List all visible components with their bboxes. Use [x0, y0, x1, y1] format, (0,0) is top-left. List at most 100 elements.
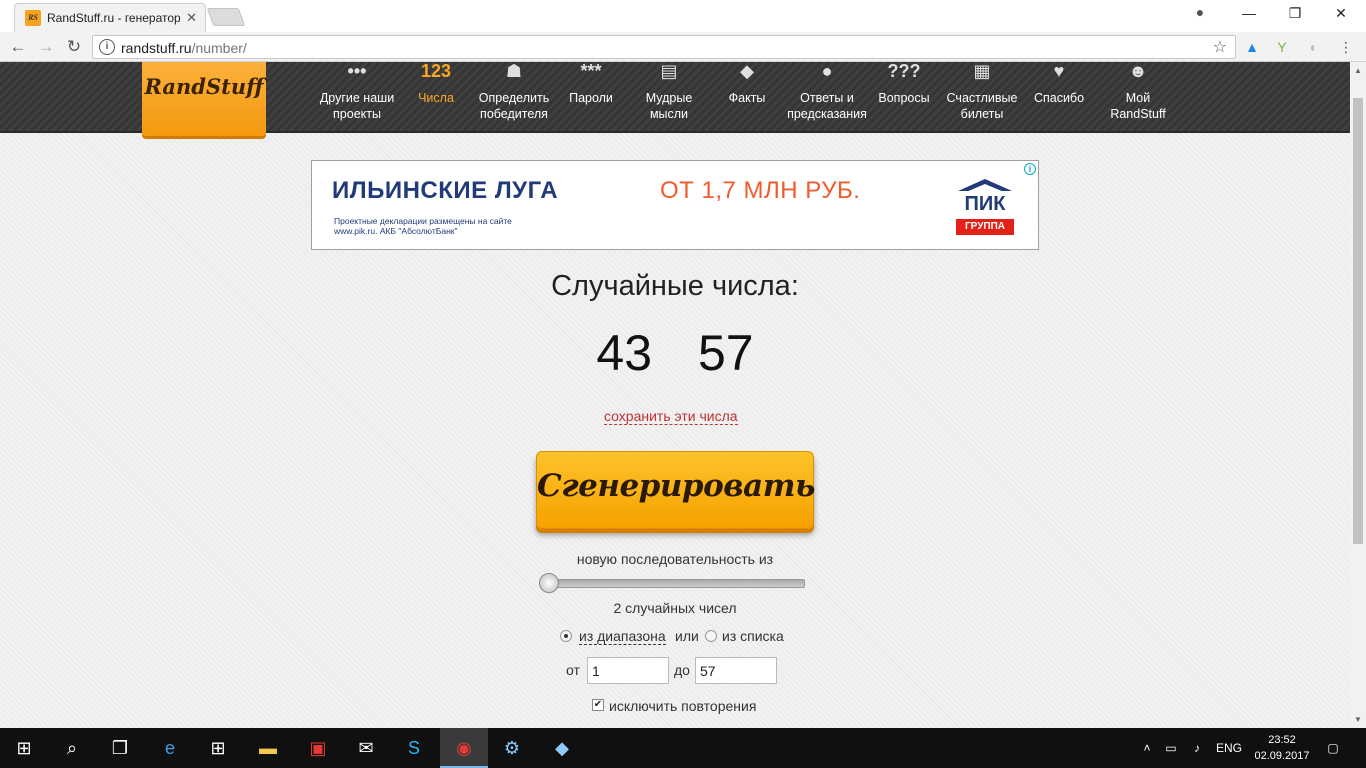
scrollbar-thumb[interactable]	[1353, 98, 1363, 544]
exclamation-icon: ◆	[740, 62, 754, 81]
nav-item-numbers[interactable]: 123 Числа	[410, 62, 462, 133]
browser-tabstrip: RS RandStuff.ru - генератор ✕ ● — ❐ ✕	[0, 0, 1366, 32]
to-input[interactable]	[695, 657, 777, 684]
maximize-button[interactable]: ❐	[1272, 0, 1318, 28]
store-icon[interactable]: ⊞	[194, 728, 242, 768]
slider-handle[interactable]	[539, 573, 559, 593]
task-view-icon[interactable]: ❐	[96, 728, 144, 768]
nav-item-my-randstuff[interactable]: ☻ Мой RandStuff	[1104, 62, 1172, 133]
app-icon[interactable]: ◆	[538, 728, 586, 768]
chrome-icon[interactable]: ◉	[440, 728, 488, 768]
range-radio[interactable]	[560, 630, 572, 642]
nav-item-facts[interactable]: ◆ Факты	[720, 62, 774, 133]
address-url[interactable]: randstuff.ru/number/	[121, 40, 247, 56]
edge-icon[interactable]: e	[146, 728, 194, 768]
scroll-up-icon[interactable]: ▲	[1354, 66, 1362, 75]
extension-icon[interactable]: Y	[1272, 37, 1292, 57]
ad-headline: ИЛЬИНСКИЕ ЛУГА	[332, 177, 559, 204]
nav-item-other-projects[interactable]: ••• Другие наши проекты	[312, 62, 402, 133]
or-text: или	[675, 628, 699, 644]
nav-item-answers[interactable]: ● Ответы и предсказания	[784, 62, 870, 133]
sequence-label: новую последовательность из	[576, 551, 774, 567]
exclude-repeats-option[interactable]: ✔ исключить повторения	[592, 697, 792, 715]
reload-icon[interactable]: ↻	[62, 35, 86, 59]
ticket-icon: ▦	[973, 62, 991, 81]
profile-icon[interactable]: ●	[1190, 4, 1210, 24]
count-slider[interactable]	[539, 573, 805, 593]
slider-track[interactable]	[541, 579, 805, 588]
list-radio[interactable]	[705, 630, 717, 642]
tab-close-icon[interactable]: ✕	[186, 10, 197, 26]
nav-item-passwords[interactable]: *** Пароли	[562, 62, 620, 133]
new-tab-button[interactable]	[206, 8, 246, 26]
question-icon: ???	[887, 62, 921, 81]
ad-price: ОТ 1,7 МЛН РУБ.	[660, 177, 861, 204]
page-viewport: RandStuff ••• Другие наши проекты 123 Чи…	[0, 62, 1350, 728]
tab-title: RandStuff.ru - генератор	[47, 11, 181, 25]
password-icon: ***	[580, 62, 602, 81]
randstuff-favicon-icon: RS	[25, 10, 41, 26]
site-info-icon[interactable]: i	[99, 39, 115, 55]
language-indicator[interactable]: ENG	[1212, 728, 1246, 768]
site-logo[interactable]: RandStuff	[142, 62, 266, 136]
book-icon: ▤	[660, 62, 678, 81]
scroll-down-icon[interactable]: ▼	[1354, 715, 1362, 724]
magic-8-ball-icon: ●	[821, 62, 833, 81]
user-icon: ☻	[1128, 62, 1148, 81]
ad-legal-text: Проектные декларации размещены на сайте …	[334, 216, 512, 236]
nav-item-questions[interactable]: ??? Вопросы	[874, 62, 934, 133]
nav-item-lucky-tickets[interactable]: ▦ Счастливые билеты	[942, 62, 1022, 133]
from-input[interactable]	[587, 657, 669, 684]
tray-chevron-icon[interactable]: ˄	[1136, 728, 1158, 768]
forward-arrow-icon[interactable]: →	[34, 35, 58, 59]
nav-item-thanks[interactable]: ♥ Спасибо	[1030, 62, 1088, 133]
mail-icon[interactable]: ✉	[342, 728, 390, 768]
minimize-button[interactable]: —	[1226, 0, 1272, 28]
skype-icon[interactable]: S	[390, 728, 438, 768]
address-bar[interactable]: i randstuff.ru/number/ ☆	[92, 35, 1236, 59]
exclude-repeats-label[interactable]: исключить повторения	[609, 698, 756, 714]
range-option-label[interactable]: из диапазона	[579, 628, 666, 645]
generated-number: 57	[697, 325, 754, 381]
steam-icon[interactable]: ⚙	[488, 728, 536, 768]
back-arrow-icon[interactable]: ←	[6, 35, 30, 59]
nav-item-winner[interactable]: ☗ Определить победителя	[472, 62, 556, 133]
source-selector: из диапазона или из списка	[560, 627, 820, 645]
generate-button[interactable]: Сгенерировать	[536, 451, 815, 529]
volume-icon[interactable]: ♪	[1186, 728, 1208, 768]
file-explorer-icon[interactable]: ▬	[244, 728, 292, 768]
range-inputs: от до	[566, 656, 786, 686]
close-window-button[interactable]: ✕	[1318, 0, 1364, 28]
from-label: от	[566, 662, 580, 678]
page-scrollbar[interactable]: ▲ ▼	[1350, 62, 1366, 728]
pik-logo: ПИК ГРУППА	[956, 179, 1014, 237]
gift-icon[interactable]: ▣	[294, 728, 342, 768]
dots-icon: •••	[347, 62, 367, 81]
extension-icon[interactable]: ▲	[1242, 37, 1262, 57]
site-navigation: RandStuff ••• Другие наши проекты 123 Чи…	[0, 62, 1350, 136]
start-windows-icon[interactable]: ⊞	[0, 728, 48, 768]
list-option-label[interactable]: из списка	[722, 628, 784, 644]
chrome-menu-icon[interactable]: ⋮	[1336, 37, 1356, 57]
extension-icon[interactable]: ◐	[1304, 37, 1324, 57]
nav-item-wise-thoughts[interactable]: ▤ Мудрые мысли	[634, 62, 704, 133]
save-numbers-link[interactable]: сохранить эти числа	[604, 408, 738, 425]
result-title: Случайные числа:	[551, 270, 799, 302]
clock[interactable]: 23:52 02.09.2017	[1252, 732, 1312, 764]
trophy-icon: ☗	[505, 62, 523, 81]
to-label: до	[674, 662, 690, 678]
count-label: 2 случайных чисел	[613, 600, 737, 616]
bookmark-star-icon[interactable]: ☆	[1213, 37, 1227, 57]
notifications-icon[interactable]: ▢	[1322, 728, 1344, 768]
advertisement-banner[interactable]: ИЛЬИНСКИЕ ЛУГА ОТ 1,7 МЛН РУБ. Проектные…	[311, 160, 1039, 250]
search-icon[interactable]: ⌕	[48, 728, 96, 768]
windows-taskbar: ⊞ ⌕ ❐ e ⊞ ▬ ▣ ✉ S ◉ ⚙ ◆ ˄ ▭ ♪ ENG 23:52 …	[0, 728, 1366, 768]
network-icon[interactable]: ▭	[1160, 728, 1182, 768]
heart-icon: ♥	[1053, 62, 1065, 81]
exclude-repeats-checkbox[interactable]: ✔	[592, 699, 604, 711]
browser-toolbar: ← → ↻ i randstuff.ru/number/ ☆ ▲ Y ◐ ⋮	[0, 32, 1366, 62]
browser-tab[interactable]: RS RandStuff.ru - генератор ✕	[14, 3, 206, 32]
ad-choices-icon[interactable]: i	[1024, 163, 1036, 175]
generated-number: 43	[596, 325, 653, 381]
generated-numbers: 43 57	[0, 324, 1350, 382]
